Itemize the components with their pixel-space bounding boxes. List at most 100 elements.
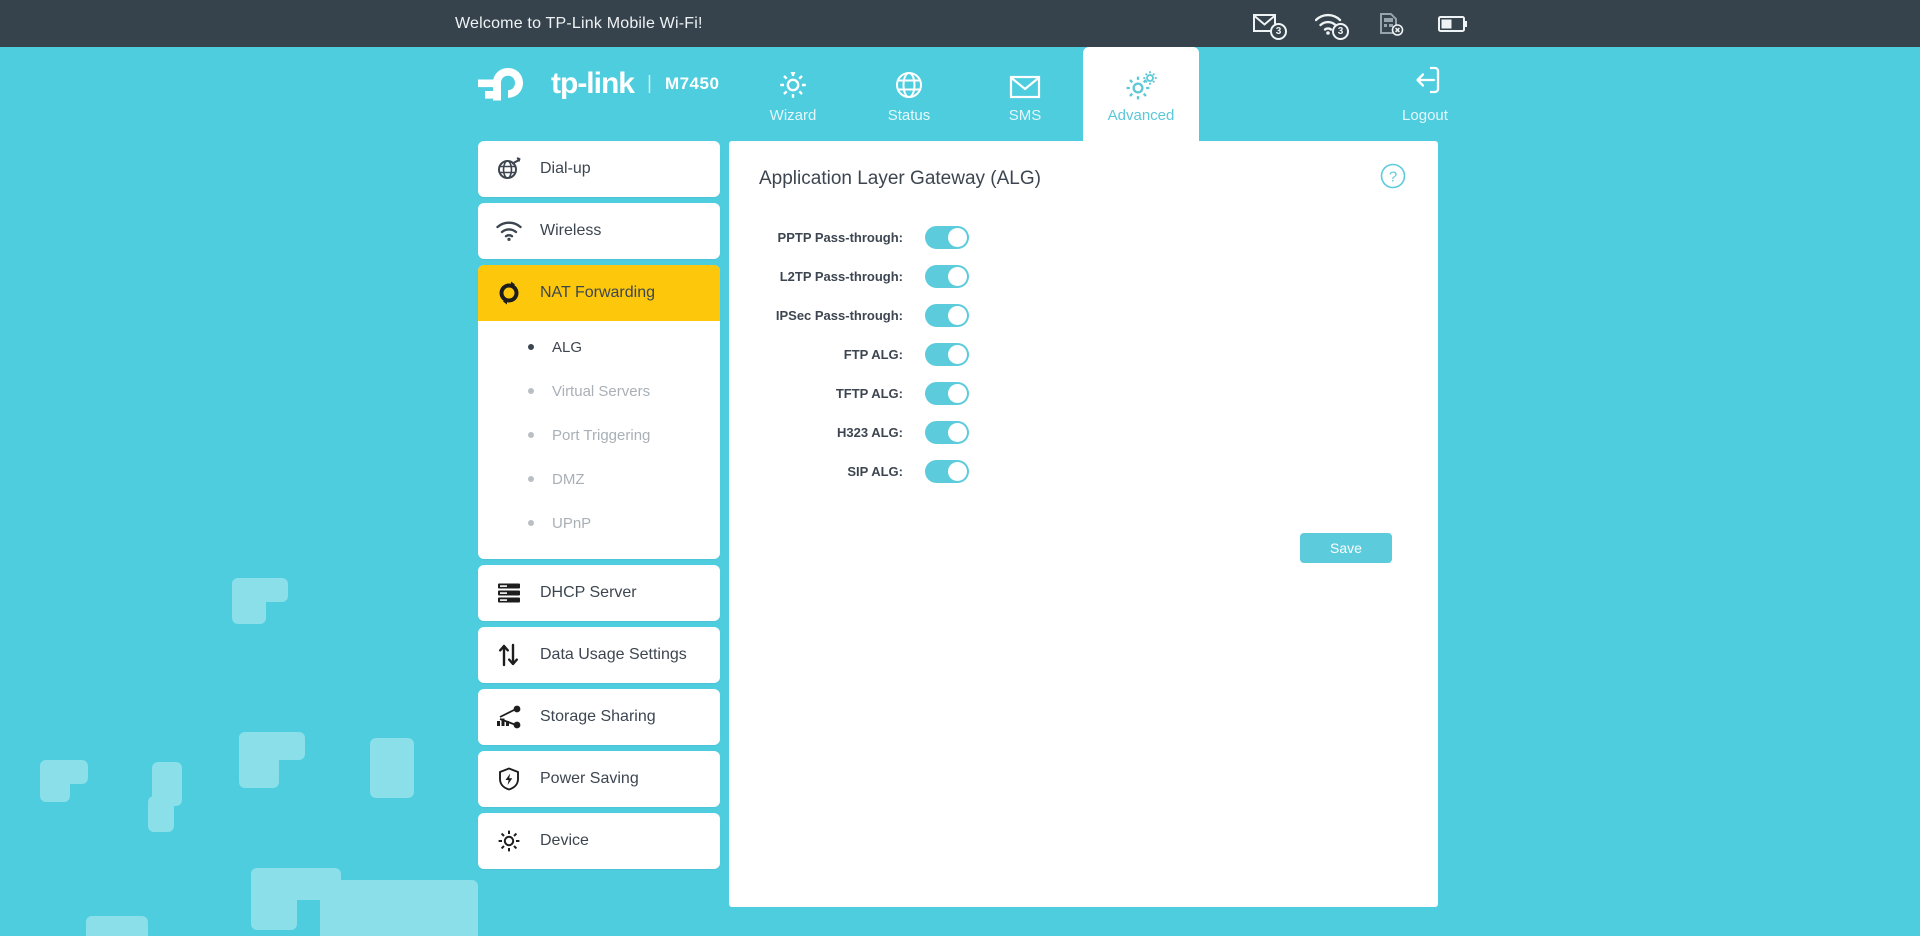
sip-alg-toggle[interactable] (925, 460, 969, 483)
welcome-message: Welcome to TP-Link Mobile Wi-Fi! (455, 15, 703, 33)
logout-arrow-icon (1410, 65, 1440, 100)
content-area: Dial-up Wireless (0, 141, 1920, 936)
ipsec-pass-through-label: IPSec Pass-through: (775, 308, 925, 323)
shield-bolt-icon (478, 767, 540, 791)
sidebar-subitem-alg[interactable]: ALG (478, 325, 720, 369)
brand-name: tp-link (551, 69, 634, 99)
row-sip-alg: SIP ALG: (775, 452, 1438, 491)
tab-sms-label: SMS (1009, 107, 1042, 124)
question-mark-icon[interactable]: ? (1380, 163, 1406, 194)
tab-wizard[interactable]: Wizard (735, 47, 851, 141)
battery-icon[interactable] (1436, 10, 1470, 38)
sidebar-item-dial-up[interactable]: Dial-up (478, 141, 720, 197)
sidebar-subitem-upnp[interactable]: UPnP (478, 501, 720, 545)
logout-button[interactable]: Logout (1380, 47, 1470, 141)
logout-label: Logout (1402, 107, 1448, 124)
tab-sms[interactable]: SMS (967, 47, 1083, 141)
save-button[interactable]: Save (1300, 533, 1392, 563)
sidebar-item-dhcp-server[interactable]: DHCP Server (478, 565, 720, 621)
double-gear-icon (1124, 64, 1158, 100)
sidebar-menu: Dial-up Wireless (478, 141, 720, 875)
top-status-bar: Welcome to TP-Link Mobile Wi-Fi! 3 3 (0, 0, 1920, 47)
tab-wizard-label: Wizard (770, 107, 817, 124)
svg-text:?: ? (1389, 169, 1397, 186)
up-down-arrows-icon (478, 643, 540, 667)
h323-alg-label: H323 ALG: (775, 425, 925, 440)
sidebar-item-data-usage-settings-label: Data Usage Settings (540, 646, 687, 664)
tp-link-logo-icon (478, 67, 540, 101)
panel-header: Application Layer Gateway (ALG) ? (729, 141, 1438, 194)
sidebar-item-device[interactable]: Device (478, 813, 720, 869)
brand-logo: tp-link | M7450 (478, 67, 719, 101)
status-icon-group: 3 3 (1250, 0, 1470, 47)
pptp-pass-through-toggle[interactable] (925, 226, 969, 249)
sidebar-item-nat-forwarding[interactable]: NAT Forwarding ALG Virtual Servers Port … (478, 265, 720, 559)
device-model: M7450 (665, 74, 719, 94)
sim-card-disabled-icon[interactable] (1374, 10, 1408, 38)
globe-dialup-icon (478, 157, 540, 181)
sidebar-subitem-dmz[interactable]: DMZ (478, 457, 720, 501)
row-l2tp-pass-through: L2TP Pass-through: (775, 257, 1438, 296)
sip-alg-label: SIP ALG: (775, 464, 925, 479)
row-pptp-pass-through: PPTP Pass-through: (775, 218, 1438, 257)
sidebar-subitem-alg-label: ALG (552, 339, 582, 356)
tab-status-label: Status (888, 107, 931, 124)
ftp-alg-toggle[interactable] (925, 343, 969, 366)
tab-advanced-label: Advanced (1108, 107, 1175, 124)
tftp-alg-toggle[interactable] (925, 382, 969, 405)
bullet-icon (528, 520, 534, 526)
h323-alg-toggle[interactable] (925, 421, 969, 444)
row-ipsec-pass-through: IPSec Pass-through: (775, 296, 1438, 335)
row-tftp-alg: TFTP ALG: (775, 374, 1438, 413)
tab-advanced[interactable]: Advanced (1083, 47, 1199, 141)
gear-icon (478, 829, 540, 853)
wifi-badge-count: 3 (1332, 23, 1349, 40)
sidebar-subitem-virtual-servers[interactable]: Virtual Servers (478, 369, 720, 413)
nat-forwarding-submenu: ALG Virtual Servers Port Triggering DMZ … (478, 321, 720, 559)
bullet-icon (528, 388, 534, 394)
server-icon (478, 582, 540, 604)
brand-separator: | (647, 73, 652, 95)
nat-refresh-icon (478, 281, 540, 305)
gear-icon (778, 64, 808, 100)
sidebar-subitem-port-triggering-label: Port Triggering (552, 427, 650, 444)
sidebar-item-nat-forwarding-label: NAT Forwarding (540, 284, 655, 302)
globe-icon (894, 64, 924, 100)
tab-status[interactable]: Status (851, 47, 967, 141)
share-nodes-icon (478, 705, 540, 729)
row-ftp-alg: FTP ALG: (775, 335, 1438, 374)
tftp-alg-label: TFTP ALG: (775, 386, 925, 401)
l2tp-pass-through-label: L2TP Pass-through: (775, 269, 925, 284)
sidebar-subitem-dmz-label: DMZ (552, 471, 585, 488)
sidebar-item-power-saving[interactable]: Power Saving (478, 751, 720, 807)
sidebar-item-power-saving-label: Power Saving (540, 770, 639, 788)
page-title: Application Layer Gateway (ALG) (759, 168, 1041, 190)
wifi-signal-icon[interactable]: 3 (1312, 10, 1346, 38)
sidebar-item-data-usage-settings[interactable]: Data Usage Settings (478, 627, 720, 683)
sidebar-item-storage-sharing[interactable]: Storage Sharing (478, 689, 720, 745)
sidebar-subitem-port-triggering[interactable]: Port Triggering (478, 413, 720, 457)
bullet-icon (528, 344, 534, 350)
main-panel: Application Layer Gateway (ALG) ? PPTP P… (729, 141, 1438, 907)
sms-badge-count: 3 (1270, 23, 1287, 40)
wifi-icon (478, 221, 540, 241)
alg-toggle-list: PPTP Pass-through: L2TP Pass-through: IP… (729, 218, 1438, 491)
primary-navigation: Wizard Status SMS (735, 47, 1199, 141)
bullet-icon (528, 432, 534, 438)
sidebar-item-storage-sharing-label: Storage Sharing (540, 708, 656, 726)
pptp-pass-through-label: PPTP Pass-through: (775, 230, 925, 245)
sidebar-subitem-upnp-label: UPnP (552, 515, 591, 532)
sidebar-subitem-virtual-servers-label: Virtual Servers (552, 383, 650, 400)
sidebar-item-dial-up-label: Dial-up (540, 160, 591, 178)
panel-footer: Save (729, 533, 1438, 563)
l2tp-pass-through-toggle[interactable] (925, 265, 969, 288)
sidebar-item-wireless[interactable]: Wireless (478, 203, 720, 259)
ipsec-pass-through-toggle[interactable] (925, 304, 969, 327)
envelope-icon (1009, 64, 1041, 100)
ftp-alg-label: FTP ALG: (775, 347, 925, 362)
sidebar-item-dhcp-server-label: DHCP Server (540, 584, 637, 602)
sidebar-item-device-label: Device (540, 832, 589, 850)
main-header: tp-link | M7450 Wizard (0, 47, 1920, 141)
sidebar-item-wireless-label: Wireless (540, 222, 601, 240)
sms-icon[interactable]: 3 (1250, 10, 1284, 38)
